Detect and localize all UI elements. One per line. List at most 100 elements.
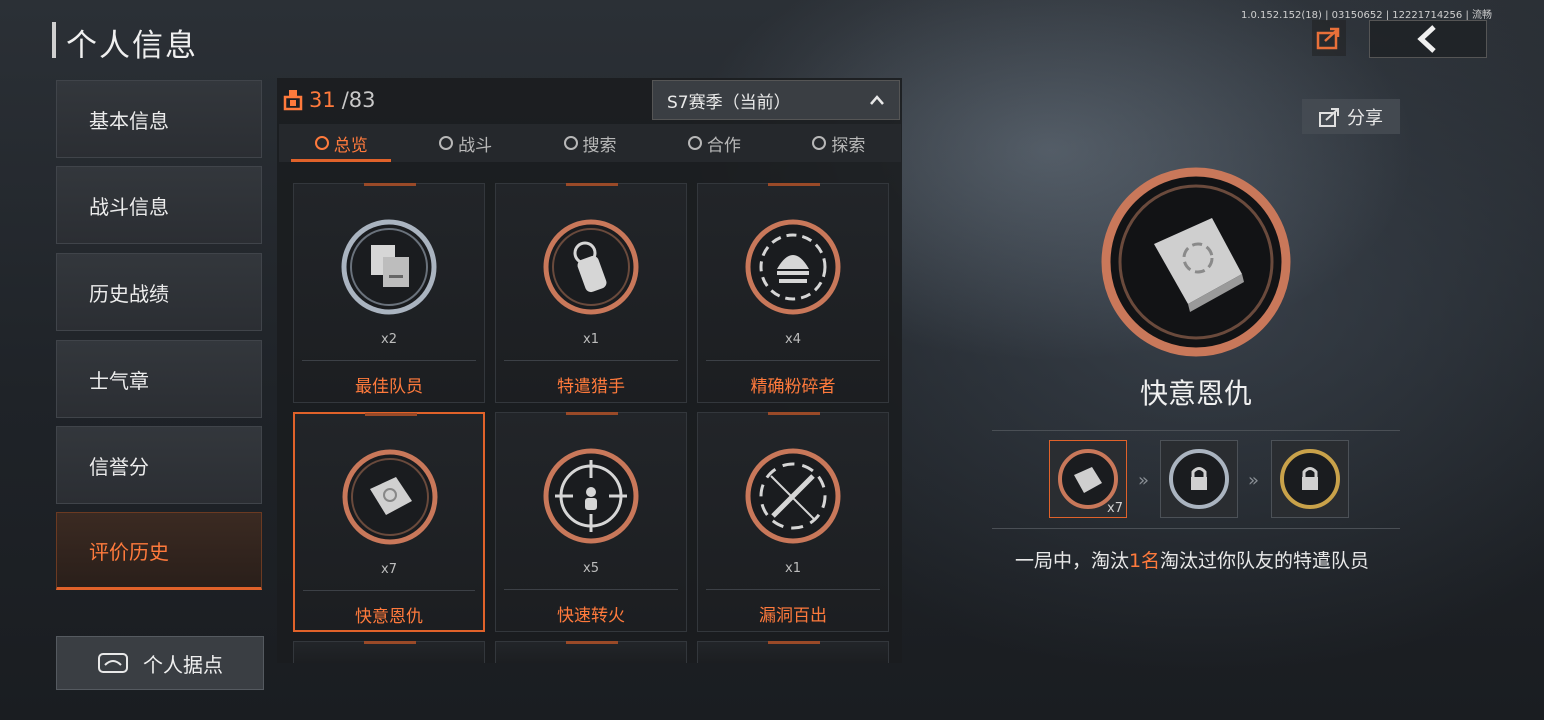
rifle-icon bbox=[745, 448, 841, 544]
tab-label: 搜索 bbox=[582, 135, 617, 156]
card-divider bbox=[303, 590, 475, 591]
tab-label: 合作 bbox=[706, 135, 741, 156]
helmet-icon bbox=[745, 219, 841, 315]
chevron-up-icon bbox=[870, 95, 884, 105]
medal-icon bbox=[283, 90, 303, 111]
badge-count-total: /83 bbox=[341, 88, 376, 112]
nav-label: 战斗信息 bbox=[89, 194, 169, 219]
nav-combat-info[interactable]: 战斗信息 bbox=[56, 166, 262, 244]
share-button[interactable]: 分享 bbox=[1302, 99, 1400, 134]
personal-base-button[interactable]: 个人据点 bbox=[56, 636, 264, 690]
detail-divider-top bbox=[992, 430, 1400, 431]
card-divider bbox=[706, 589, 880, 590]
tab-label: 探索 bbox=[831, 135, 866, 156]
badge-card-full-of-holes[interactable]: x1 漏洞百出 bbox=[697, 412, 889, 632]
badge-name: 特遣猎手 bbox=[557, 377, 625, 397]
share-label: 分享 bbox=[1347, 107, 1383, 129]
card-notch bbox=[768, 641, 820, 644]
base-icon bbox=[98, 653, 128, 673]
badge-card-precise-crusher[interactable]: x4 精确粉碎者 bbox=[697, 183, 889, 403]
documents-icon bbox=[341, 219, 437, 315]
badge-count-current: 31 bbox=[309, 88, 336, 112]
tab-label: 总览 bbox=[333, 135, 368, 156]
card-notch bbox=[566, 412, 618, 415]
nav-label: 评价历史 bbox=[89, 539, 169, 564]
card-divider bbox=[302, 360, 476, 361]
nav-label: 士气章 bbox=[89, 368, 149, 393]
badge-name: 精确粉碎者 bbox=[750, 377, 836, 397]
badge-name: 漏洞百出 bbox=[759, 606, 827, 626]
dogtag-icon bbox=[543, 219, 639, 315]
tab-search[interactable]: 搜索 bbox=[528, 124, 652, 162]
nav-morale-badges[interactable]: 士气章 bbox=[56, 340, 262, 418]
share-icon bbox=[1319, 107, 1339, 127]
back-button[interactable] bbox=[1369, 20, 1487, 58]
badge-description: 一局中，淘汰1名淘汰过你队友的特遣队员 bbox=[992, 546, 1392, 573]
tab-overview[interactable]: 总览 bbox=[279, 124, 403, 162]
badge-qty: x7 bbox=[381, 562, 397, 577]
card-notch bbox=[365, 413, 417, 416]
card-divider bbox=[504, 360, 678, 361]
chevron-right-icon: » bbox=[1248, 470, 1260, 491]
card-notch bbox=[566, 641, 618, 644]
season-select[interactable]: S7赛季（当前） bbox=[652, 80, 900, 120]
badge-card-sweet-revenge[interactable]: x7 快意恩仇 bbox=[293, 412, 485, 632]
nav-history[interactable]: 历史战绩 bbox=[56, 253, 262, 331]
tier-bronze[interactable]: x7 bbox=[1049, 440, 1127, 518]
season-label: S7赛季（当前） bbox=[667, 92, 791, 113]
card-notch bbox=[768, 183, 820, 186]
card-notch bbox=[364, 183, 416, 186]
lock-icon bbox=[1280, 449, 1340, 509]
tier-silver-locked[interactable] bbox=[1160, 440, 1238, 518]
nav-rating-history[interactable]: 评价历史 bbox=[56, 512, 262, 590]
book-icon bbox=[342, 449, 438, 545]
badge-name: 快速转火 bbox=[557, 606, 625, 626]
card-notch bbox=[768, 412, 820, 415]
compass-icon bbox=[812, 136, 827, 150]
badge-card-quick-switch[interactable]: x5 快速转火 bbox=[495, 412, 687, 632]
selected-badge-name: 快意恩仇 bbox=[1139, 377, 1252, 410]
desc-text-pre: 一局中，淘汰 bbox=[1014, 550, 1129, 572]
tab-cooperation[interactable]: 合作 bbox=[652, 124, 776, 162]
build-info: 1.0.152.152(18) | 03150652 | 12221714256… bbox=[1240, 10, 1492, 21]
export-icon bbox=[1316, 27, 1340, 50]
badge-qty: x5 bbox=[583, 561, 599, 576]
crosshair-icon bbox=[543, 448, 639, 544]
tab-combat[interactable]: 战斗 bbox=[403, 124, 527, 162]
nav-label: 信誉分 bbox=[89, 454, 149, 479]
badge-card-best-teammate[interactable]: x2 最佳队员 bbox=[293, 183, 485, 403]
tab-explore[interactable]: 探索 bbox=[777, 124, 901, 162]
badge-card-task-hunter[interactable]: x1 特遣猎手 bbox=[495, 183, 687, 403]
selected-badge-book-icon bbox=[1101, 167, 1291, 357]
page-title: 个人信息 bbox=[66, 28, 198, 64]
tier-gold-locked[interactable] bbox=[1271, 440, 1349, 518]
nav-reputation[interactable]: 信誉分 bbox=[56, 426, 262, 504]
badge-qty: x1 bbox=[785, 561, 801, 576]
card-notch bbox=[364, 641, 416, 644]
personal-base-label: 个人据点 bbox=[143, 652, 223, 677]
lock-icon bbox=[1169, 449, 1229, 509]
desc-text-post: 淘汰过你队友的特遣队员 bbox=[1160, 550, 1370, 572]
badge-name: 快意恩仇 bbox=[355, 607, 423, 627]
badge-card-partial[interactable] bbox=[697, 641, 889, 663]
chevron-right-icon: » bbox=[1138, 470, 1150, 491]
card-notch bbox=[566, 183, 618, 186]
badge-name: 最佳队员 bbox=[355, 377, 423, 397]
desc-highlight: 1名 bbox=[1128, 550, 1161, 572]
card-divider bbox=[504, 589, 678, 590]
category-tabs: 总览 战斗 搜索 合作 探索 bbox=[279, 124, 901, 162]
export-button[interactable] bbox=[1312, 20, 1346, 56]
title-accent-bar bbox=[52, 22, 56, 58]
nav-label: 历史战绩 bbox=[89, 281, 169, 306]
badge-qty: x2 bbox=[381, 332, 397, 347]
badge-progress: 31/83 bbox=[283, 86, 376, 114]
handshake-icon bbox=[687, 136, 702, 150]
tab-label: 战斗 bbox=[458, 135, 493, 156]
radar-icon bbox=[563, 136, 578, 150]
badge-card-partial[interactable] bbox=[293, 641, 485, 663]
chevron-left-icon bbox=[1417, 25, 1436, 53]
card-divider bbox=[706, 360, 880, 361]
star-icon bbox=[314, 136, 329, 150]
nav-basic-info[interactable]: 基本信息 bbox=[56, 80, 262, 158]
badge-card-partial[interactable] bbox=[495, 641, 687, 663]
